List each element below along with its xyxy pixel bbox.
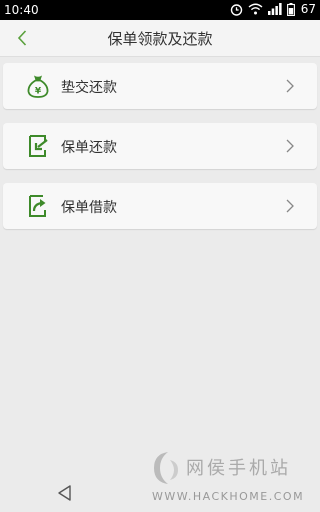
wifi-icon (248, 3, 263, 15)
menu-item-policy-repayment[interactable]: 保单还款 (3, 123, 317, 169)
battery-icon (286, 2, 295, 16)
document-share-icon (29, 195, 46, 217)
signal-icon (267, 3, 282, 15)
triangle-back-icon[interactable] (56, 484, 74, 502)
page-title: 保单领款及还款 (107, 30, 213, 48)
chevron-right-icon (286, 79, 294, 93)
menu-item-policy-loan[interactable]: 保单借款 (3, 183, 317, 229)
status-time: 10:40 (4, 3, 39, 17)
chevron-right-icon (286, 199, 294, 213)
svg-text:¥: ¥ (35, 87, 42, 97)
battery-level: 67 (300, 2, 316, 16)
menu-item-label: 保单还款 (61, 140, 117, 156)
menu-item-label: 保单借款 (61, 200, 117, 216)
money-bag-icon: ¥ (27, 75, 49, 98)
menu-item-advance-repayment[interactable]: ¥ 垫交还款 (3, 63, 317, 109)
alarm-icon (230, 3, 242, 16)
status-icons: 67 (230, 2, 316, 16)
document-return-icon (29, 135, 48, 157)
navigation-bar (0, 474, 320, 512)
menu-item-label: 垫交还款 (61, 80, 117, 96)
chevron-right-icon (286, 139, 294, 153)
title-bar: 保单领款及还款 (0, 20, 320, 57)
status-bar: 10:40 67 (0, 0, 320, 20)
